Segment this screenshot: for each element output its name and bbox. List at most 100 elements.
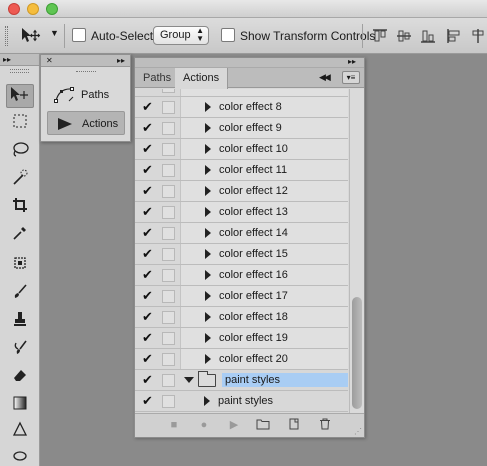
list-item[interactable]: ✔ color effect 12 [135,181,348,202]
quick-selection-tool-button[interactable] [6,168,34,192]
toggle-dialog-box[interactable] [162,101,175,114]
expand-triangle-icon[interactable] [205,312,211,322]
history-brush-tool-button[interactable] [6,338,34,362]
toggle-dialog-box[interactable] [162,290,175,303]
close-icon[interactable]: ✕ [46,56,53,65]
list-item[interactable]: ✔ color effect 20 [135,349,348,370]
paths-panel-button[interactable]: Paths [47,83,125,107]
show-transform-controls-checkbox[interactable] [221,28,235,42]
eraser-tool-button[interactable] [6,366,34,390]
toggle-dialog-box[interactable] [162,269,175,282]
toggle-item-check-icon[interactable]: ✔ [142,162,153,178]
align-left-edges-icon[interactable] [446,28,462,44]
toggle-dialog-box[interactable] [162,248,175,261]
toggle-item-check-icon[interactable]: ✔ [142,351,153,367]
align-bottom-edges-icon[interactable] [420,28,436,44]
options-bar-grip[interactable] [5,26,8,46]
action-set-row[interactable]: ✔ paint styles [135,370,348,391]
panel-header-bar[interactable]: ▸▸ [135,57,364,68]
toggle-dialog-box[interactable] [162,143,175,156]
toggle-item-check-icon[interactable]: ✔ [142,89,153,94]
list-item[interactable]: ✔ color effect 19 [135,328,348,349]
healing-brush-tool-button[interactable] [6,254,34,278]
toggle-dialog-box[interactable] [162,395,175,408]
toggle-dialog-box[interactable] [162,227,175,240]
expand-triangle-icon[interactable] [205,270,211,280]
expand-triangle-icon[interactable] [205,186,211,196]
list-item[interactable]: ✔ color effect 11 [135,160,348,181]
collapse-triangle-icon[interactable] [184,377,194,383]
list-item[interactable]: ✔ paint styles [135,391,348,412]
expand-panels-icon[interactable]: ▸▸ [117,56,125,65]
actions-panel-button[interactable]: Actions [47,111,125,135]
toggle-item-check-icon[interactable]: ✔ [142,183,153,199]
expand-triangle-icon[interactable] [205,165,211,175]
expand-triangle-icon[interactable] [204,396,210,406]
expand-triangle-icon[interactable] [205,207,211,217]
collapse-panel-icon[interactable]: ▸▸ [348,57,356,66]
tab-actions[interactable]: Actions [175,68,229,89]
toggle-dialog-box[interactable] [162,89,175,93]
dock-grip[interactable] [75,71,96,74]
expand-triangle-icon[interactable] [205,249,211,259]
toggle-item-check-icon[interactable]: ✔ [142,120,153,136]
toggle-item-check-icon[interactable]: ✔ [142,372,153,388]
scrollbar-thumb[interactable] [352,297,362,409]
stop-recording-icon[interactable]: ■ [167,418,181,432]
toggle-dialog-box[interactable] [162,185,175,198]
align-horizontal-centers-icon[interactable] [470,28,486,44]
list-item[interactable]: ✔ [135,89,348,97]
toggle-dialog-box[interactable] [162,122,175,135]
list-item[interactable]: ✔ color effect 10 [135,139,348,160]
move-tool-button[interactable] [6,84,34,108]
play-selection-icon[interactable]: ▶ [227,418,241,432]
toggle-item-check-icon[interactable]: ✔ [142,288,153,304]
list-item[interactable]: ✔ color effect 16 [135,265,348,286]
expand-triangle-icon[interactable] [205,144,211,154]
tab-paths[interactable]: Paths [135,68,181,88]
list-item[interactable]: ✔ color effect 13 [135,202,348,223]
toggle-item-check-icon[interactable]: ✔ [142,330,153,346]
toggle-item-check-icon[interactable]: ✔ [142,204,153,220]
expand-panel-icon[interactable]: ▸▸ [3,55,11,64]
marquee-tool-button[interactable] [6,112,34,136]
zoom-window-button[interactable] [46,3,58,15]
expand-triangle-icon[interactable] [205,333,211,343]
list-item[interactable]: ✔ color effect 17 [135,286,348,307]
record-icon[interactable]: ● [197,418,211,432]
blur-tool-button[interactable] [6,420,34,444]
list-item[interactable]: ✔ color effect 15 [135,244,348,265]
dodge-tool-button[interactable] [6,446,34,466]
toggle-item-check-icon[interactable]: ✔ [142,267,153,283]
panel-menu-button[interactable]: ▾≡ [342,71,360,84]
lasso-tool-button[interactable] [6,140,34,164]
dock-header[interactable]: ✕ ▸▸ [41,55,130,67]
toggle-item-check-icon[interactable]: ✔ [142,99,153,115]
gradient-tool-button[interactable] [6,394,34,418]
toggle-dialog-box[interactable] [162,311,175,324]
toggle-item-check-icon[interactable]: ✔ [142,225,153,241]
toggle-item-check-icon[interactable]: ✔ [142,393,153,409]
minimize-window-button[interactable] [27,3,39,15]
align-top-edges-icon[interactable] [372,28,388,44]
trash-icon[interactable] [318,418,332,432]
actions-scrollbar[interactable] [349,89,364,413]
eyedropper-tool-button[interactable] [6,224,34,248]
clone-stamp-tool-button[interactable] [6,310,34,334]
move-tool-icon[interactable] [20,27,42,46]
new-action-icon[interactable] [287,418,301,432]
close-window-button[interactable] [8,3,20,15]
tool-preset-chevron-down-icon[interactable]: ▼ [50,28,59,38]
align-vertical-centers-icon[interactable] [396,28,412,44]
tools-panel-header[interactable]: ▸▸ [0,54,39,66]
list-item[interactable]: ✔ color effect 14 [135,223,348,244]
expand-triangle-icon[interactable] [205,291,211,301]
toggle-dialog-box[interactable] [162,206,175,219]
resize-grip-icon[interactable]: ⋰ [354,427,362,436]
toggle-item-check-icon[interactable]: ✔ [142,309,153,325]
auto-select-checkbox[interactable] [72,28,86,42]
toggle-dialog-box[interactable] [162,374,175,387]
expand-triangle-icon[interactable] [205,228,211,238]
crop-tool-button[interactable] [6,196,34,220]
new-set-folder-icon[interactable] [256,418,270,432]
